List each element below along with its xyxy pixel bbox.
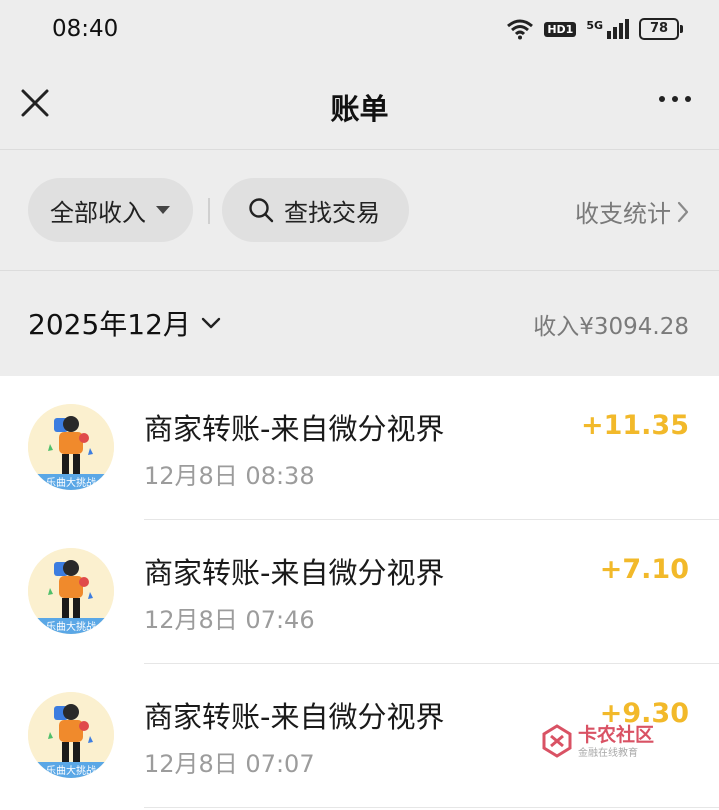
status-icons: HD1 5G 78	[506, 18, 683, 40]
avatar-text: 乐曲大挑战	[46, 764, 96, 777]
transaction-amount: +7.10	[599, 554, 689, 585]
stats-link[interactable]: 收支统计	[575, 194, 689, 229]
watermark-title: 卡农社区	[578, 724, 655, 746]
nav-bar: 账单	[0, 62, 719, 150]
battery-icon: 78	[639, 18, 683, 40]
month-label: 2025年12月	[28, 308, 191, 341]
month-picker[interactable]: 2025年12月	[28, 303, 221, 343]
filter-separator	[208, 198, 210, 224]
more-button[interactable]	[659, 96, 691, 102]
avatar: 乐曲大挑战	[28, 404, 114, 490]
transaction-row[interactable]: 乐曲大挑战 商家转账-来自微分视界 12月8日 07:46 +7.10	[0, 520, 719, 664]
chevron-down-icon	[201, 317, 221, 329]
transaction-title: 商家转账-来自微分视界	[144, 700, 445, 734]
transaction-title: 商家转账-来自微分视界	[144, 556, 445, 590]
watermark-logo-icon	[542, 724, 572, 758]
stats-label: 收支统计	[575, 200, 671, 228]
wifi-icon	[507, 19, 534, 40]
transaction-row[interactable]: 乐曲大挑战 商家转账-来自微分视界 12月8日 08:38 +11.35	[0, 376, 719, 520]
signal-5g-icon: 5G	[586, 19, 629, 39]
watermark-subtitle: 金融在线教育	[578, 748, 638, 759]
character-avatar-icon: 乐曲大挑战	[28, 548, 114, 634]
row-divider	[144, 807, 719, 808]
avatar: 乐曲大挑战	[28, 692, 114, 778]
chevron-right-icon	[677, 201, 689, 222]
status-bar: 08:40 HD1 5G 78	[0, 0, 719, 62]
avatar: 乐曲大挑战	[28, 548, 114, 634]
network-label: 5G	[586, 19, 603, 32]
watermark: 卡农社区 金融在线教育	[540, 720, 680, 762]
transaction-time: 12月8日 07:07	[144, 750, 315, 778]
month-header: 2025年12月 收入¥3094.28	[0, 271, 719, 376]
character-avatar-icon: 乐曲大挑战	[28, 404, 114, 490]
income-filter-button[interactable]: 全部收入	[28, 178, 193, 242]
transaction-time: 12月8日 07:46	[144, 606, 315, 634]
status-time: 08:40	[52, 16, 119, 42]
transaction-time: 12月8日 08:38	[144, 462, 315, 490]
transaction-title: 商家转账-来自微分视界	[144, 412, 445, 446]
caret-down-icon	[156, 206, 170, 214]
page-title: 账单	[330, 92, 389, 126]
search-transactions-button[interactable]: 查找交易	[222, 178, 409, 242]
more-icon	[659, 96, 665, 102]
search-label: 查找交易	[284, 198, 380, 227]
character-avatar-icon: 乐曲大挑战	[28, 692, 114, 778]
transaction-amount: +11.35	[580, 410, 689, 441]
income-filter-label: 全部收入	[50, 198, 146, 227]
hd-icon: HD1	[544, 21, 577, 37]
search-icon	[249, 198, 274, 223]
filter-row: 全部收入 查找交易 收支统计	[0, 150, 719, 271]
month-income-summary: 收入¥3094.28	[533, 314, 689, 340]
avatar-text: 乐曲大挑战	[46, 620, 96, 633]
avatar-text: 乐曲大挑战	[46, 476, 96, 489]
